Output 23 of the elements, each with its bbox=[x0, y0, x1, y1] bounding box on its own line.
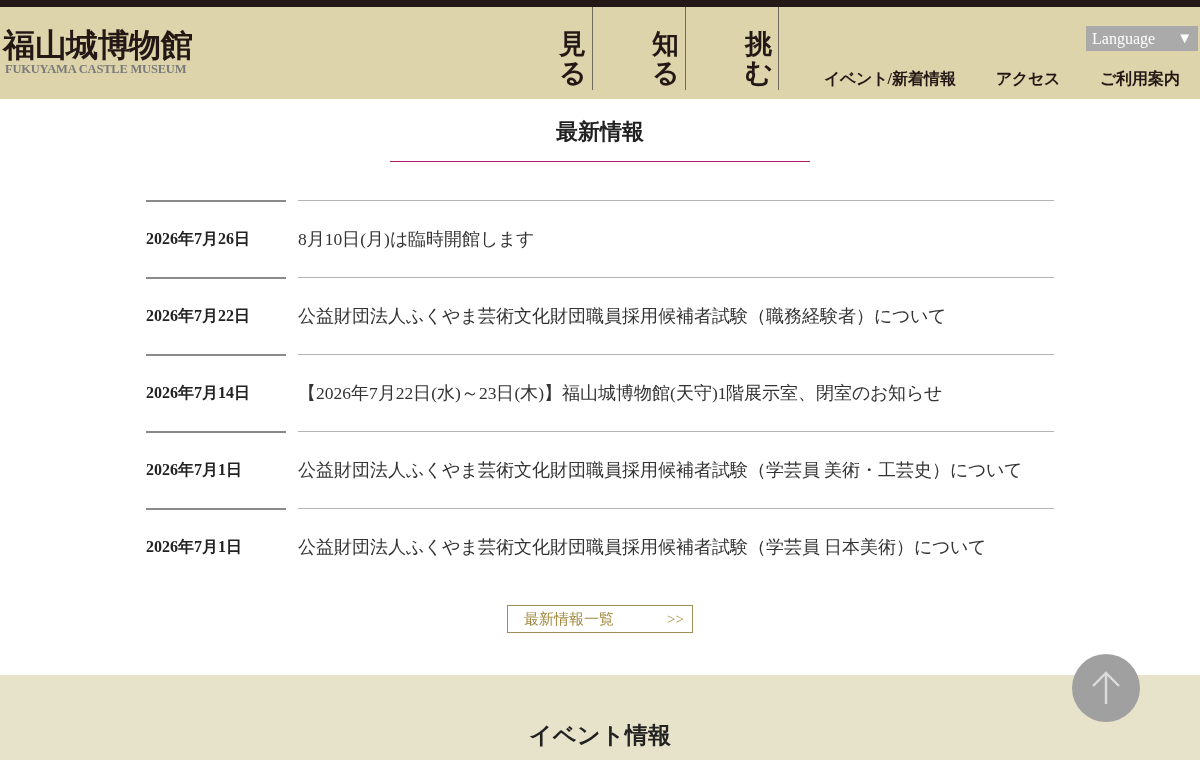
up-arrow-icon bbox=[1092, 671, 1120, 705]
header-link[interactable]: ご利用案内 bbox=[1100, 69, 1180, 90]
header-link[interactable]: アクセス bbox=[996, 69, 1060, 90]
news-date: 2026年7月1日 bbox=[146, 537, 242, 557]
view-all-button[interactable]: 最新情報一覧 >> bbox=[507, 605, 693, 633]
news-link[interactable]: 【2026年7月22日(水)～23日(木)】福山城博物館(天守)1階展示室、閉室のお知らせ bbox=[298, 381, 943, 405]
news-link[interactable]: 公益財団法人ふくやま芸術文化財団職員採用候補者試験（学芸員 美術・工芸史）について bbox=[298, 458, 1023, 482]
section-title: イベント情報 bbox=[529, 722, 671, 750]
header-link[interactable]: イベント/新着情報 bbox=[823, 69, 956, 90]
caret-icon: ▼ bbox=[1177, 31, 1192, 46]
news-date: 2026年7月14日 bbox=[146, 383, 250, 403]
logo-subtitle: FUKUYAMA CASTLE MUSEUM bbox=[5, 63, 187, 76]
nav-link[interactable]: 知る bbox=[652, 29, 679, 89]
nav-link[interactable]: 挑む bbox=[745, 29, 772, 89]
news-link[interactable]: 公益財団法人ふくやま芸術文化財団職員採用候補者試験（学芸員 日本美術）について bbox=[298, 535, 987, 559]
logo-title: 福山城博物館 bbox=[3, 27, 193, 63]
nav-link[interactable]: 見る bbox=[559, 29, 586, 89]
news-date: 2026年7月26日 bbox=[146, 229, 250, 249]
news-link[interactable]: 8月10日(月)は臨時開館します bbox=[298, 227, 534, 251]
news-date: 2026年7月22日 bbox=[146, 306, 250, 326]
news-link[interactable]: 公益財団法人ふくやま芸術文化財団職員採用候補者試験（職務経験者）について bbox=[298, 304, 946, 328]
news-date: 2026年7月1日 bbox=[146, 460, 242, 480]
section-title: 最新情報 bbox=[556, 118, 644, 146]
